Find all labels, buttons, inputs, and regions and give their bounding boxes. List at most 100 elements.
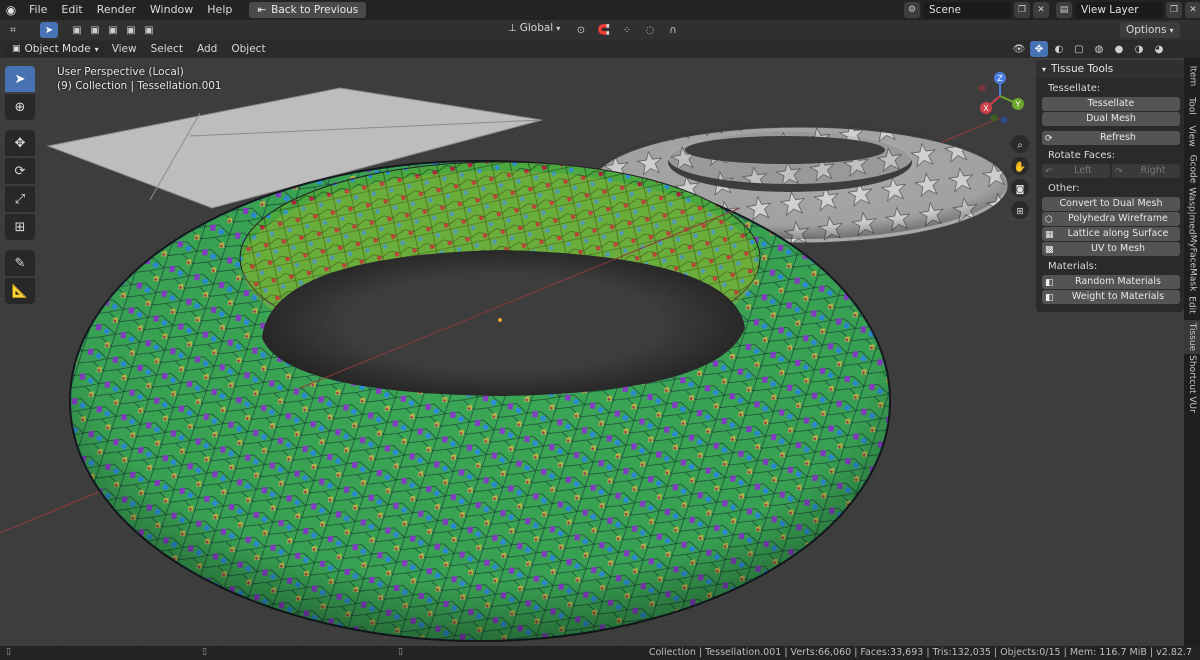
random-materials-button[interactable]: ◧ Random Materials [1042, 275, 1180, 289]
refresh-label: Refresh [1100, 132, 1136, 143]
mode-intersect-icon[interactable]: ▣ [140, 22, 158, 38]
gizmo-toggle-icon[interactable]: ✥ [1030, 41, 1048, 57]
select-tool-icon[interactable]: ➤ [5, 66, 35, 92]
mode-subtract-icon[interactable]: ▣ [104, 22, 122, 38]
rendered-shading-icon[interactable]: ◕ [1150, 41, 1168, 57]
menu-select[interactable]: Select [144, 43, 190, 55]
view-layer-field[interactable]: View Layer [1075, 2, 1163, 18]
gizmo-x-label: X [983, 104, 989, 113]
convert-dual-mesh-button[interactable]: Convert to Dual Mesh [1042, 197, 1180, 211]
tab-shortcut-vur[interactable]: Shortcut VUr [1184, 355, 1200, 413]
menu-render[interactable]: Render [90, 0, 143, 20]
object-mode-dropdown[interactable]: ▣ Object Mode ▾ [6, 41, 105, 57]
blender-logo-icon[interactable]: ◉ [0, 0, 22, 20]
tab-item[interactable]: Item [1184, 62, 1200, 90]
tab-edit[interactable]: Edit [1184, 292, 1200, 318]
scene-icon[interactable]: ⚙ [904, 2, 920, 18]
tissue-tools-header[interactable]: ▾ Tissue Tools [1036, 60, 1184, 78]
back-icon: ⇤ [257, 4, 267, 16]
rotate-left-icon: ↶ [1045, 167, 1053, 177]
mode-invert-icon[interactable]: ▣ [122, 22, 140, 38]
scene-copy-icon[interactable]: ❐ [1014, 2, 1030, 18]
move-tool-icon[interactable]: ✥ [5, 130, 35, 156]
rotate-faces-label: Rotate Faces: [1048, 150, 1116, 161]
transform-orientation[interactable]: ⊥ Global ▾ [508, 22, 560, 34]
mouse-right-icon: ▯ [398, 647, 403, 657]
scene-delete-icon[interactable]: ✕ [1033, 2, 1049, 18]
rotate-left-label: Left [1074, 165, 1092, 176]
polyhedra-wireframe-button[interactable]: ⬡ Polyhedra Wireframe [1042, 212, 1180, 226]
falloff-icon[interactable]: ∩ [664, 22, 682, 38]
view-layer-copy-icon[interactable]: ❐ [1166, 2, 1182, 18]
snap-target-icon[interactable]: ⁘ [618, 22, 636, 38]
visibility-icon[interactable]: 👁 [1010, 41, 1028, 57]
refresh-button[interactable]: ⟳ Refresh [1042, 131, 1180, 145]
tab-gcode[interactable]: Gcode [1184, 152, 1200, 186]
editor-type-icon[interactable]: ⌗ [4, 22, 22, 38]
lattice-label: Lattice along Surface [1067, 228, 1169, 239]
3d-viewport[interactable]: ➤ ⊕ ✥ ⟳ ⤢ ⊞ ✎ 📐 User Perspective (Local)… [0, 58, 1184, 646]
back-to-previous-button[interactable]: ⇤ Back to Previous [249, 2, 367, 18]
proportional-edit-icon[interactable]: ◌ [641, 22, 659, 38]
material-shading-icon[interactable]: ◑ [1130, 41, 1148, 57]
tab-myfacemask[interactable]: MyFaceMask [1184, 234, 1200, 292]
menu-help[interactable]: Help [200, 0, 239, 20]
lattice-along-surface-button[interactable]: ▦ Lattice along Surface [1042, 227, 1180, 241]
solid-shading-icon[interactable]: ● [1110, 41, 1128, 57]
overlay-icon[interactable]: ◐ [1050, 41, 1068, 57]
mode-extend-icon[interactable]: ▣ [86, 22, 104, 38]
rotate-tool-icon[interactable]: ⟳ [5, 158, 35, 184]
rotate-right-icon: ↷ [1115, 167, 1123, 177]
options-dropdown[interactable]: Options ▾ [1120, 22, 1180, 38]
snapping-controls: ⊙ 🧲 ⁘ ◌ ∩ [572, 22, 682, 38]
menu-window[interactable]: Window [143, 0, 200, 20]
menu-add[interactable]: Add [190, 43, 224, 55]
tab-view[interactable]: View [1184, 122, 1200, 150]
pivot-icon[interactable]: ⊙ [572, 22, 590, 38]
weight-materials-icon: ◧ [1045, 293, 1054, 303]
viewport-collection-label: (9) Collection | Tessellation.001 [57, 80, 222, 92]
view-layer-selector: ▤ View Layer ❐ ✕ [1056, 2, 1200, 18]
weight-materials-label: Weight to Materials [1071, 291, 1165, 302]
view-layer-delete-icon[interactable]: ✕ [1185, 2, 1200, 18]
measure-tool-icon[interactable]: 📐 [5, 278, 35, 304]
viewport-shading-controls: 👁 ✥ ◐ ▢ ◍ ● ◑ ◕ [1010, 41, 1168, 57]
refresh-icon: ⟳ [1045, 134, 1053, 144]
snap-icon[interactable]: 🧲 [595, 22, 613, 38]
menu-object[interactable]: Object [224, 43, 272, 55]
cursor-tool-icon[interactable]: ⊕ [5, 94, 35, 120]
rotate-left-button[interactable]: ↶ Left [1042, 164, 1110, 178]
scene-field[interactable]: Scene [923, 2, 1011, 18]
select-box-icon[interactable]: ➤ [40, 22, 58, 38]
tab-waspmed[interactable]: Wasp|med [1184, 187, 1200, 235]
transform-tool-icon[interactable]: ⊞ [5, 214, 35, 240]
scale-tool-icon[interactable]: ⤢ [5, 186, 35, 212]
rotate-right-button[interactable]: ↷ Right [1112, 164, 1180, 178]
dual-mesh-button[interactable]: Dual Mesh [1042, 112, 1180, 126]
tessellate-button[interactable]: Tessellate [1042, 97, 1180, 111]
weight-to-materials-button[interactable]: ◧ Weight to Materials [1042, 290, 1180, 304]
tissue-tools-panel: ▾ Tissue Tools Tessellate: Tessellate Du… [1036, 60, 1184, 312]
scene-statistics: Collection | Tessellation.001 | Verts:66… [648, 647, 1192, 658]
view-layer-icon[interactable]: ▤ [1056, 2, 1072, 18]
tab-tissue[interactable]: Tissue [1184, 320, 1200, 354]
navigation-gizmo[interactable]: Z Y X ⌕ ✋ ◙ ⊞ [966, 66, 1034, 276]
svg-text:◙: ◙ [1016, 185, 1025, 195]
tab-waspmed-label: Wasp|med [1187, 187, 1198, 235]
menu-edit[interactable]: Edit [54, 0, 89, 20]
object-mode-label: Object Mode [24, 43, 91, 55]
panel-title: Tissue Tools [1051, 63, 1114, 75]
object-mode-icon: ▣ [12, 44, 21, 54]
menu-view[interactable]: View [105, 43, 144, 55]
uv-to-mesh-button[interactable]: ▩ UV to Mesh [1042, 242, 1180, 256]
xray-icon[interactable]: ▢ [1070, 41, 1088, 57]
wireframe-shading-icon[interactable]: ◍ [1090, 41, 1108, 57]
tessellated-torus [69, 160, 891, 642]
tab-tool[interactable]: Tool [1184, 92, 1200, 120]
annotate-tool-icon[interactable]: ✎ [5, 250, 35, 276]
menu-file[interactable]: File [22, 0, 54, 20]
orientation-icon: ⊥ [508, 22, 517, 34]
mode-new-icon[interactable]: ▣ [68, 22, 86, 38]
uv-label: UV to Mesh [1090, 243, 1146, 254]
tab-myfacemask-label: MyFaceMask [1187, 234, 1197, 292]
